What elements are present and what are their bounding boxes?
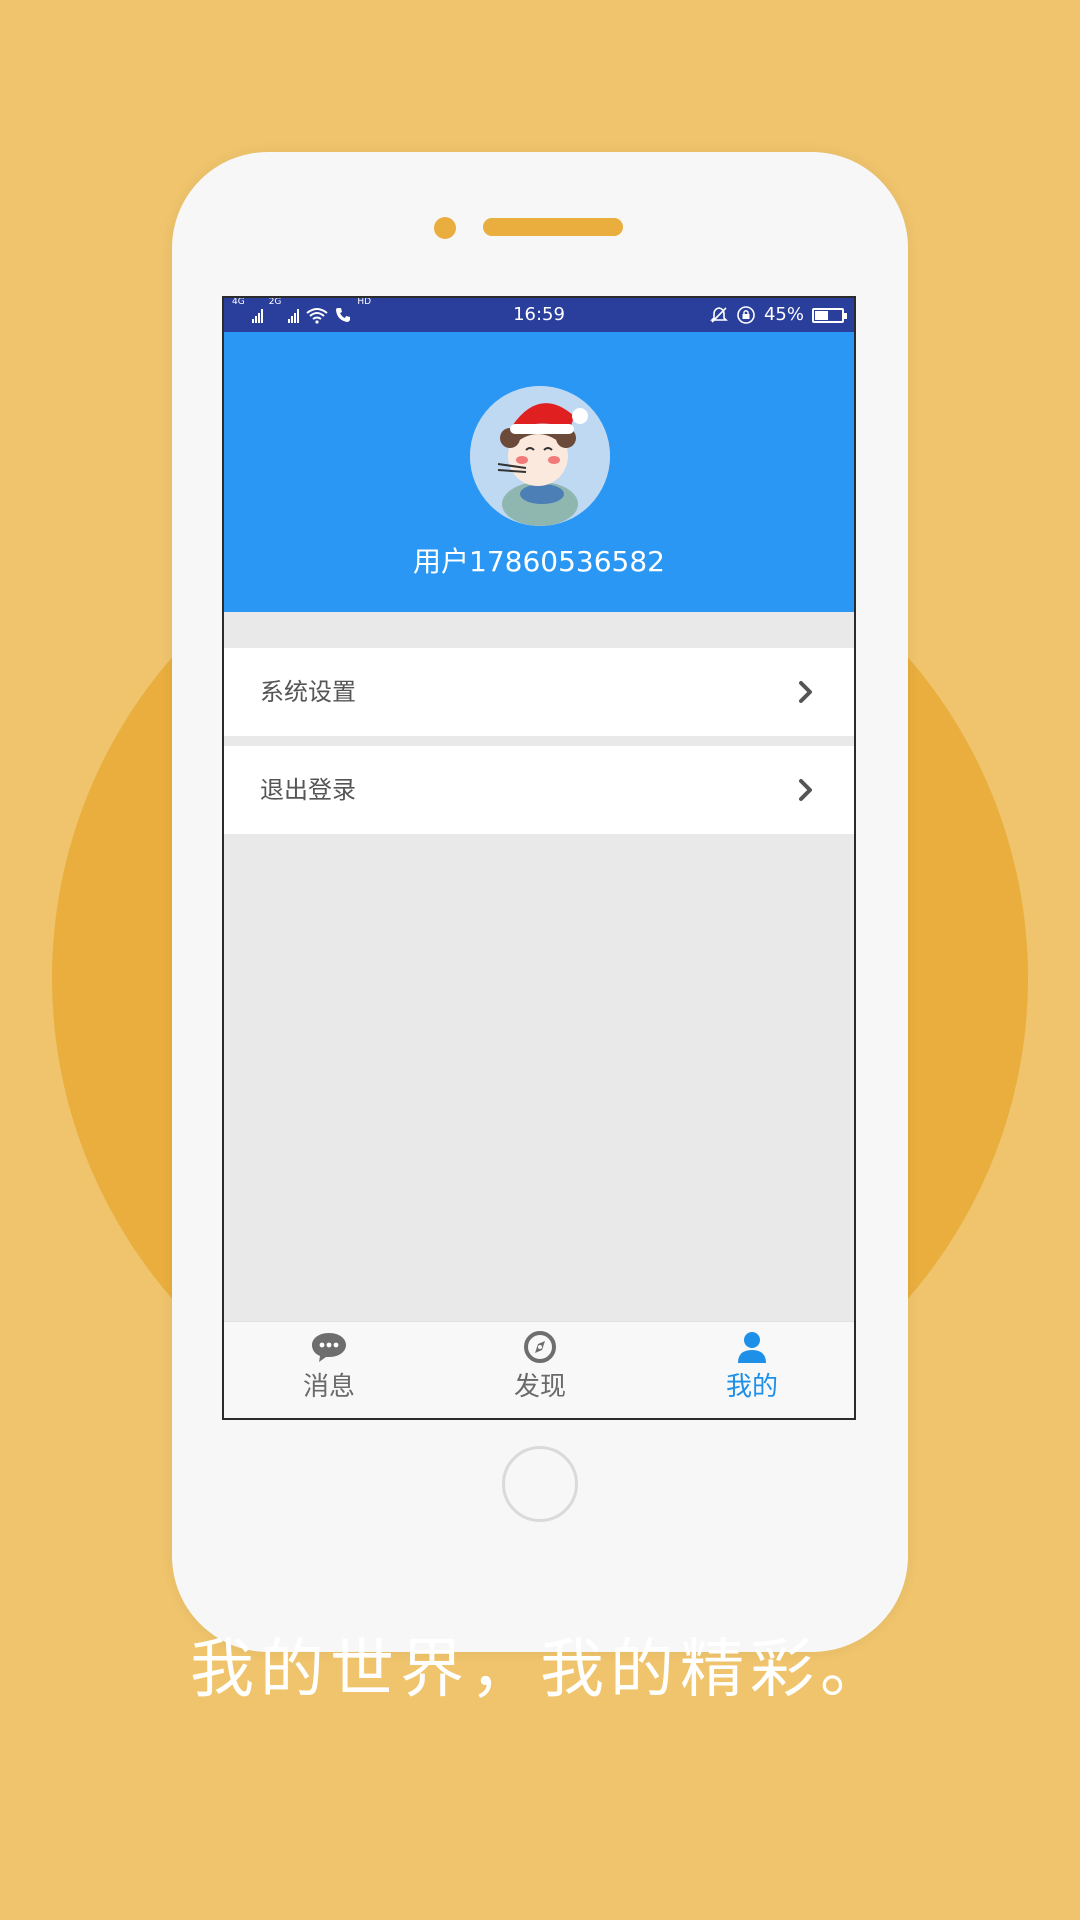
menu-item-label: 系统设置 <box>260 678 356 706</box>
chat-bubble-icon <box>312 1333 346 1362</box>
profile-header: 用户17860536582 <box>224 332 854 612</box>
chevron-right-icon <box>799 779 812 801</box>
username: 用户17860536582 <box>413 545 665 578</box>
tab-label: 发现 <box>513 1372 566 1402</box>
status-right: 45% <box>710 298 847 332</box>
status-bar: 4G 2G HD 16:59 45% <box>224 298 854 332</box>
front-camera <box>434 217 456 239</box>
avatar-illustration <box>470 386 610 526</box>
tab-messages[interactable]: 消息 <box>269 1330 389 1403</box>
slogan: 我的世界，我的精彩。 <box>190 1633 890 1707</box>
menu-item-label: 退出登录 <box>260 776 356 804</box>
battery-fill <box>815 310 828 320</box>
battery-percent: 45% <box>763 304 804 325</box>
earpiece-speaker <box>483 218 623 236</box>
user-icon <box>738 1332 766 1363</box>
phone-screen: 4G 2G HD 16:59 45% 用户17860536582 系统设置 退出… <box>222 296 856 1420</box>
home-button <box>502 1446 578 1522</box>
tab-label: 消息 <box>302 1372 355 1402</box>
compass-icon <box>524 1331 556 1363</box>
menu-item-logout[interactable]: 退出登录 <box>224 746 854 834</box>
menu-item-system-settings[interactable]: 系统设置 <box>224 648 854 736</box>
mute-bell-icon <box>710 307 728 323</box>
rotation-lock-icon <box>737 306 755 324</box>
tab-mine[interactable]: 我的 <box>692 1330 812 1403</box>
battery-icon <box>812 307 847 323</box>
avatar[interactable] <box>470 386 610 526</box>
bottom-tab-bar: 消息 发现 我的 <box>224 1321 854 1418</box>
tab-label: 我的 <box>725 1372 778 1402</box>
chevron-right-icon <box>799 681 812 703</box>
tab-discover[interactable]: 发现 <box>480 1330 600 1403</box>
